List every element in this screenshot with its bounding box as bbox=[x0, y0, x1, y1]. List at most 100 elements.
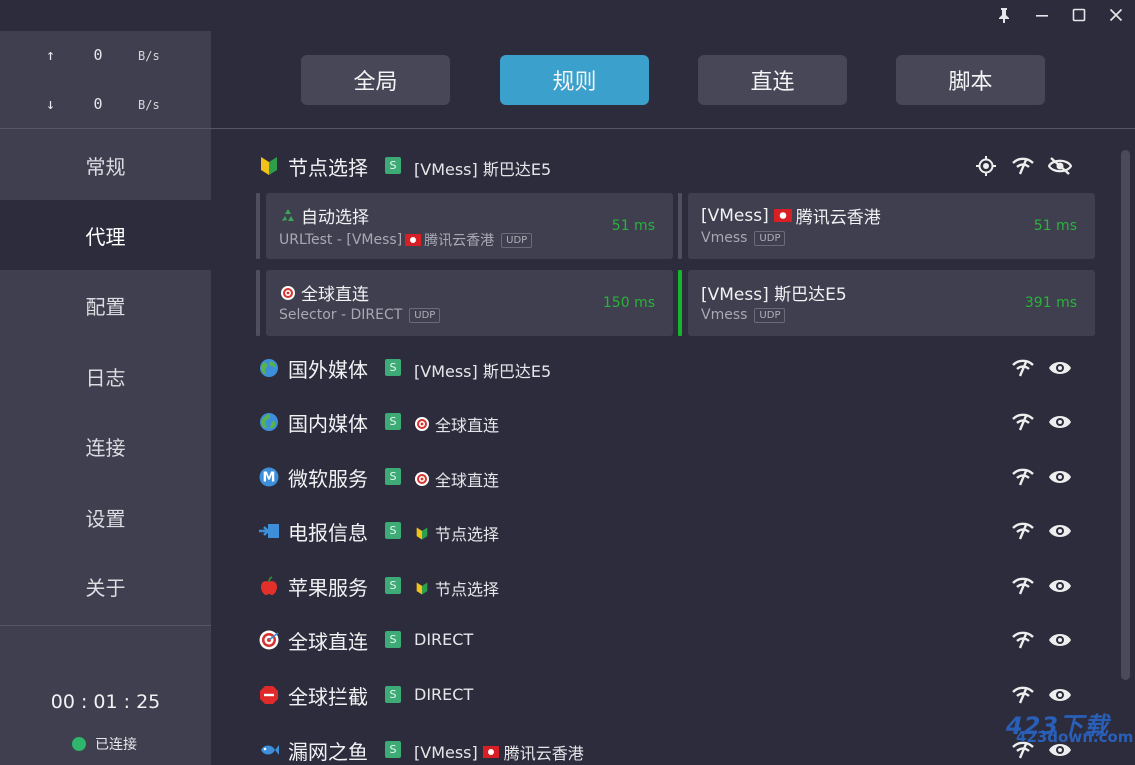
nav-config[interactable]: 配置 bbox=[0, 270, 211, 340]
nav-settings[interactable]: 设置 bbox=[0, 482, 211, 552]
latency-test-icon[interactable] bbox=[1010, 154, 1036, 178]
proxy-name: 全球直连 bbox=[279, 280, 369, 305]
proxy-group[interactable]: 国内媒体 S 全球直连 bbox=[211, 396, 1111, 450]
nav-connections[interactable]: 连接 bbox=[0, 411, 211, 481]
pin-icon[interactable] bbox=[991, 3, 1017, 27]
proxy-name-label: 自动选择 bbox=[301, 208, 369, 228]
maximize-icon[interactable] bbox=[1066, 3, 1092, 27]
vertical-scrollbar[interactable] bbox=[1121, 150, 1130, 680]
group-selected-label: [VMess] 斯巴达E5 bbox=[414, 160, 552, 179]
target-icon bbox=[414, 471, 430, 487]
latency-test-icon[interactable] bbox=[1010, 356, 1036, 380]
proxy-group[interactable]: 漏网之鱼 S [VMess] 腾讯云香港 bbox=[211, 724, 1111, 765]
group-selected: 节点选择 bbox=[414, 521, 499, 545]
eye-icon[interactable] bbox=[1047, 410, 1073, 434]
group-selected-label: [VMess] 斯巴达E5 bbox=[414, 362, 552, 381]
nav-about[interactable]: 关于 bbox=[0, 551, 211, 621]
selector-badge: S bbox=[385, 522, 401, 539]
udp-tag: UDP bbox=[754, 307, 786, 323]
eye-icon[interactable] bbox=[1047, 465, 1073, 489]
selector-badge: S bbox=[385, 157, 401, 174]
sidebar-divider bbox=[0, 625, 211, 626]
proxy-group[interactable]: 苹果服务 S 节点选择 bbox=[211, 560, 1111, 614]
latency-test-icon[interactable] bbox=[1010, 628, 1036, 652]
latency-test-icon[interactable] bbox=[1010, 465, 1036, 489]
upload-value: 0 bbox=[93, 46, 103, 64]
latency-test-icon[interactable] bbox=[1010, 410, 1036, 434]
connection-status: 已连接 bbox=[72, 734, 137, 754]
proxy-groups: 节点选择 S [VMess] 斯巴达E5 自动选择 URLTest - [VMe… bbox=[211, 130, 1135, 765]
proxy-group[interactable]: 电报信息 S 节点选择 bbox=[211, 505, 1111, 559]
latency-test-icon[interactable] bbox=[1010, 519, 1036, 543]
proxy-indicator bbox=[256, 193, 260, 259]
latency-test-icon[interactable] bbox=[1010, 574, 1036, 598]
selector-badge: S bbox=[385, 741, 401, 758]
watermark-small: 423down.com bbox=[1016, 728, 1134, 746]
group-selected: [VMess] 腾讯云香港 bbox=[414, 740, 584, 764]
selector-badge: S bbox=[385, 631, 401, 648]
proxy-subtitle-prefix: URLTest - [VMess] bbox=[279, 232, 403, 248]
selector-badge: S bbox=[385, 577, 401, 594]
eye-icon[interactable] bbox=[1047, 574, 1073, 598]
latency-test-icon[interactable] bbox=[1010, 683, 1036, 707]
target-icon bbox=[258, 629, 280, 651]
proxy-subtitle-text: Vmess bbox=[701, 230, 748, 246]
mode-direct-button[interactable]: 直连 bbox=[698, 55, 847, 105]
minimize-icon[interactable] bbox=[1029, 3, 1055, 27]
nav-proxy[interactable]: 代理 bbox=[0, 200, 211, 270]
group-selected-label: 节点选择 bbox=[435, 580, 500, 599]
group-name: 电报信息 bbox=[288, 521, 368, 545]
selector-badge: S bbox=[385, 468, 401, 485]
locate-icon[interactable] bbox=[973, 154, 999, 178]
svg-text:M: M bbox=[263, 471, 276, 486]
nav-logs[interactable]: 日志 bbox=[0, 341, 211, 411]
eye-off-icon[interactable] bbox=[1047, 154, 1073, 178]
eye-icon[interactable] bbox=[1047, 356, 1073, 380]
beginner-badge-icon bbox=[414, 525, 430, 541]
status-text: 已连接 bbox=[95, 737, 137, 753]
group-selected-label: 全球直连 bbox=[435, 416, 500, 435]
eye-icon[interactable] bbox=[1047, 628, 1073, 652]
proxy-subtitle: Vmess UDP bbox=[701, 230, 786, 246]
recycle-icon bbox=[279, 207, 297, 225]
group-selected: 节点选择 bbox=[414, 576, 499, 600]
close-icon[interactable] bbox=[1103, 3, 1129, 27]
target-icon bbox=[414, 416, 430, 432]
eye-icon[interactable] bbox=[1047, 683, 1073, 707]
proxy-group[interactable]: 节点选择 S [VMess] 斯巴达E5 bbox=[211, 140, 1111, 194]
globe-icon bbox=[258, 411, 280, 433]
proxy-group[interactable]: 国外媒体 S [VMess] 斯巴达E5 bbox=[211, 342, 1111, 396]
udp-tag: UDP bbox=[754, 230, 786, 246]
hk-flag-icon bbox=[773, 207, 792, 225]
selector-badge: S bbox=[385, 359, 401, 376]
group-selected-label: 腾讯云香港 bbox=[503, 744, 584, 763]
proxy-card-selected[interactable]: [VMess] 斯巴达E5 Vmess UDP 391 ms bbox=[678, 270, 1095, 336]
proxy-card[interactable]: 自动选择 URLTest - [VMess] 腾讯云香港 UDP 51 ms bbox=[256, 193, 673, 259]
proxy-card[interactable]: [VMess] 腾讯云香港 Vmess UDP 51 ms bbox=[678, 193, 1095, 259]
mode-global-button[interactable]: 全局 bbox=[301, 55, 450, 105]
proxy-delay: 51 ms bbox=[1033, 218, 1077, 234]
proxy-name-label: 腾讯云香港 bbox=[795, 208, 881, 228]
proxy-name-prefix: [VMess] bbox=[701, 205, 769, 226]
proxy-delay: 51 ms bbox=[611, 218, 655, 234]
proxy-name: 自动选择 bbox=[279, 203, 369, 228]
proxy-group[interactable]: M 微软服务 S 全球直连 bbox=[211, 451, 1111, 505]
eye-icon[interactable] bbox=[1047, 519, 1073, 543]
mode-script-button[interactable]: 脚本 bbox=[896, 55, 1045, 105]
proxy-group[interactable]: 全球拦截 S DIRECT bbox=[211, 669, 1111, 723]
nav-general[interactable]: 常规 bbox=[0, 130, 211, 200]
proxy-subtitle: Selector - DIRECT UDP bbox=[279, 307, 441, 323]
mode-tabs: 全局 规则 直连 脚本 bbox=[211, 31, 1135, 129]
proxy-delay: 150 ms bbox=[602, 295, 655, 311]
group-selected: 全球直连 bbox=[414, 467, 499, 491]
beginner-badge-icon bbox=[414, 580, 430, 596]
proxy-subtitle-text: Selector - DIRECT bbox=[279, 307, 403, 323]
proxy-card[interactable]: 全球直连 Selector - DIRECT UDP 150 ms bbox=[256, 270, 673, 336]
mode-rule-button[interactable]: 规则 bbox=[500, 55, 649, 105]
status-dot-icon bbox=[72, 737, 86, 751]
group-name: 漏网之鱼 bbox=[288, 740, 368, 764]
proxy-group[interactable]: 全球直连 S DIRECT bbox=[211, 614, 1111, 668]
globe-icon bbox=[258, 357, 280, 379]
watermark-logo: 423下载 423down.com bbox=[1006, 706, 1133, 746]
proxy-selected-indicator bbox=[678, 270, 682, 336]
